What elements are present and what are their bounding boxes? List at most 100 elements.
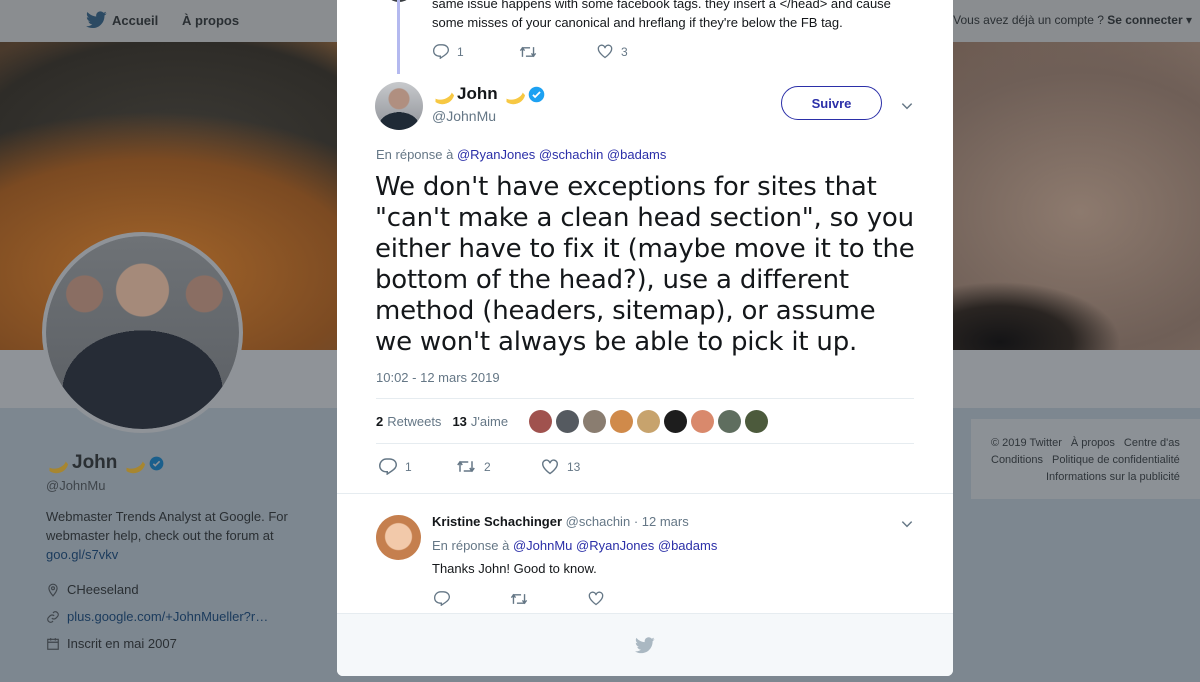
reply-prefix: En réponse à bbox=[376, 147, 454, 162]
profile-joined-text: Inscrit en mai 2007 bbox=[67, 636, 177, 651]
footer-about-link[interactable]: À propos bbox=[1071, 437, 1115, 449]
main-tweet-handle[interactable]: @JohnMu bbox=[432, 108, 496, 124]
verified-badge-icon bbox=[150, 456, 164, 470]
liker-avatar[interactable] bbox=[691, 409, 715, 433]
main-tweet-reply-context: En réponse à @RyanJones @schachin @badam… bbox=[376, 147, 666, 162]
banana-emoji-icon bbox=[123, 456, 143, 470]
retweet-icon bbox=[519, 46, 537, 57]
link-icon bbox=[47, 610, 59, 623]
main-tweet-avatar[interactable] bbox=[375, 82, 423, 130]
reply-prefix: En réponse à bbox=[432, 538, 510, 553]
follow-button[interactable]: Suivre bbox=[781, 86, 882, 120]
login-link[interactable]: Se connecter bbox=[1107, 13, 1182, 27]
footer-links: © 2019 Twitter À propos Centre d'as Condit… bbox=[971, 419, 1200, 499]
profile-avatar[interactable] bbox=[42, 232, 243, 433]
heart-icon bbox=[597, 44, 613, 59]
twitter-bird-icon bbox=[635, 636, 655, 653]
liker-avatar[interactable] bbox=[610, 409, 634, 433]
reply-tweet-author-name[interactable]: Kristine Schachinger bbox=[432, 514, 562, 529]
profile-name: John bbox=[46, 452, 326, 474]
location-pin-icon bbox=[48, 583, 58, 597]
reply-tweet-avatar[interactable] bbox=[376, 515, 421, 560]
like-button[interactable]: 13 bbox=[541, 458, 581, 475]
reply-tweet-reply-context: En réponse à @JohnMu @RyanJones @badams bbox=[432, 538, 717, 553]
liker-avatar[interactable] bbox=[529, 409, 553, 433]
retweet-button[interactable]: 2 bbox=[456, 459, 541, 474]
liker-avatar[interactable] bbox=[637, 409, 661, 433]
previous-tweet-actions: 1 3 bbox=[433, 44, 628, 59]
retweet-stat[interactable]: 2 Retweets bbox=[376, 414, 441, 429]
reply-tweet-date[interactable]: · 12 mars bbox=[634, 514, 689, 529]
retweet-icon bbox=[510, 593, 528, 604]
profile-bio-link[interactable]: goo.gl/s7vkv bbox=[46, 547, 118, 562]
like-stat[interactable]: 13 J'aime bbox=[452, 414, 508, 429]
profile-bio: Webmaster Trends Analyst at Google. For … bbox=[46, 507, 308, 564]
reply-tweet-handle[interactable]: @schachin bbox=[566, 514, 631, 529]
main-tweet-timestamp[interactable]: 10:02 - 12 mars 2019 bbox=[376, 370, 500, 385]
reply-tweet-actions bbox=[434, 591, 604, 606]
tweet-modal: same issue happens with some facebook ta… bbox=[337, 0, 953, 676]
reply-icon bbox=[433, 44, 449, 59]
liker-avatar[interactable] bbox=[583, 409, 607, 433]
previous-tweet-text: same issue happens with some facebook ta… bbox=[432, 0, 932, 32]
like-stat-count: 13 bbox=[452, 413, 467, 429]
reply-tweet-header: Kristine Schachinger @schachin · 12 mars bbox=[432, 514, 689, 529]
liker-avatar[interactable] bbox=[664, 409, 688, 433]
main-tweet-text: We don't have exceptions for sites that … bbox=[375, 172, 915, 357]
reply-button[interactable] bbox=[434, 591, 510, 606]
reply-tweet-text: Thanks John! Good to know. bbox=[432, 561, 597, 576]
reply-count: 1 bbox=[405, 459, 412, 474]
chevron-down-icon[interactable] bbox=[900, 99, 914, 113]
profile-location-text: CHeeseland bbox=[67, 582, 139, 597]
banana-emoji-icon bbox=[46, 456, 66, 470]
twitter-bird-icon bbox=[86, 11, 107, 29]
liker-avatar[interactable] bbox=[556, 409, 580, 433]
previous-tweet-line-2: some misses of your canonical and hrefla… bbox=[432, 15, 843, 30]
profile-meta: CHeeseland plus.google.com/+JohnMueller?… bbox=[46, 576, 326, 657]
login-prompt: Vous avez déjà un compte ? bbox=[953, 13, 1104, 27]
retweet-stat-label: Retweets bbox=[387, 413, 442, 429]
reply-button[interactable]: 1 bbox=[379, 458, 456, 475]
heart-icon bbox=[588, 591, 604, 606]
chevron-down-icon[interactable] bbox=[900, 517, 914, 531]
footer-copyright[interactable]: © 2019 Twitter bbox=[991, 437, 1062, 449]
like-button[interactable] bbox=[588, 591, 604, 606]
tweet-stats: 2 Retweets 13 J'aime bbox=[376, 398, 914, 444]
reply-button[interactable]: 1 bbox=[433, 44, 519, 59]
profile-handle[interactable]: @JohnMu bbox=[46, 478, 326, 493]
previous-tweet-line-1: same issue happens with some facebook ta… bbox=[432, 0, 891, 11]
footer-help-link[interactable]: Centre d'as bbox=[1124, 437, 1180, 449]
modal-footer bbox=[337, 613, 953, 676]
retweet-button[interactable] bbox=[510, 592, 588, 606]
profile-website-link[interactable]: plus.google.com/+JohnMueller?r… bbox=[67, 609, 268, 624]
reply-mentions[interactable]: @JohnMu @RyanJones @badams bbox=[513, 538, 717, 553]
nav-home-link[interactable]: Accueil bbox=[86, 11, 159, 29]
retweet-icon bbox=[457, 460, 475, 473]
liker-avatar[interactable] bbox=[718, 409, 742, 433]
retweet-stat-count: 2 bbox=[376, 413, 384, 429]
retweet-button[interactable] bbox=[519, 45, 597, 59]
like-count: 13 bbox=[567, 459, 581, 474]
main-tweet-author-name[interactable]: John bbox=[432, 84, 545, 104]
nav-home-label: Accueil bbox=[112, 13, 159, 28]
like-button[interactable]: 3 bbox=[597, 44, 628, 59]
thread-connector-line bbox=[397, 0, 400, 74]
profile-joined: Inscrit en mai 2007 bbox=[46, 630, 326, 657]
reply-mentions[interactable]: @RyanJones @schachin @badams bbox=[457, 147, 666, 162]
profile-name-text: John bbox=[72, 452, 118, 473]
main-tweet-actions: 1 2 13 bbox=[379, 458, 580, 475]
chevron-down-icon[interactable]: ▾ bbox=[1186, 13, 1192, 27]
banana-emoji-icon bbox=[503, 87, 523, 101]
verified-badge-icon bbox=[528, 86, 544, 102]
liker-avatar[interactable] bbox=[745, 409, 769, 433]
footer-terms-link[interactable]: Conditions bbox=[991, 454, 1043, 466]
profile-website: plus.google.com/+JohnMueller?r… bbox=[46, 603, 326, 630]
nav-about-link[interactable]: À propos bbox=[182, 13, 239, 28]
login-area: Vous avez déjà un compte ? Se connecter … bbox=[953, 13, 1192, 27]
calendar-icon bbox=[47, 637, 59, 650]
reply-icon bbox=[434, 591, 450, 606]
footer-ads-link[interactable]: Informations sur la publicité bbox=[1046, 471, 1180, 483]
reply-icon bbox=[379, 458, 397, 475]
footer-privacy-link[interactable]: Politique de confidentialité bbox=[1052, 454, 1180, 466]
section-divider bbox=[337, 493, 953, 503]
